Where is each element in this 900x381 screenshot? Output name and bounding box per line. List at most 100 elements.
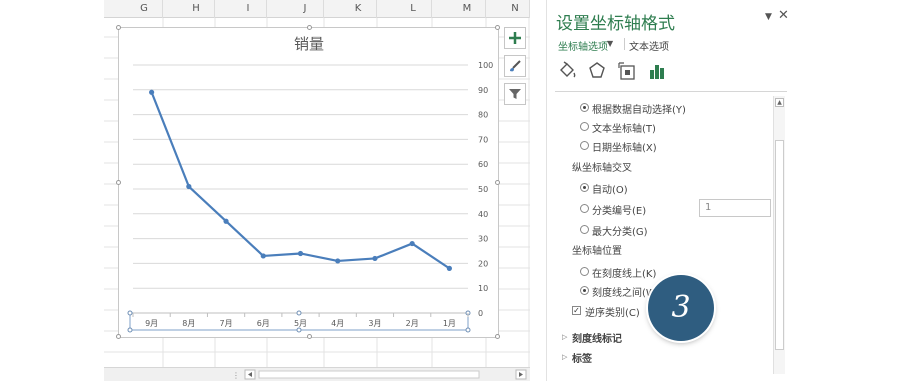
radio-label: 最大分类(G) — [592, 227, 648, 238]
column-header-n[interactable]: N — [501, 0, 530, 18]
checkbox-label: 逆序类别(C) — [585, 308, 640, 319]
axis-selection-handle — [127, 327, 133, 333]
chart-title: 销量 — [294, 35, 324, 53]
tab-axis-options[interactable]: 坐标轴选项 — [558, 38, 608, 53]
radio-cross-category-number[interactable] — [580, 204, 589, 213]
resize-handle[interactable] — [116, 25, 121, 30]
y-tick-label: 100 — [478, 61, 493, 70]
column-header-k[interactable]: K — [340, 0, 377, 18]
section-title-axis-crosses: 纵坐标轴交叉 — [572, 163, 632, 174]
svg-text:⋮: ⋮ — [232, 371, 240, 380]
chevron-down-icon[interactable]: ▼ — [607, 39, 613, 48]
pane-options-dropdown-icon[interactable]: ▼ — [765, 12, 772, 22]
y-tick-label: 50 — [478, 185, 488, 194]
radio-auto-select[interactable] — [580, 103, 589, 112]
reverse-order-checkbox[interactable]: ✓ — [572, 306, 581, 315]
chart-elements-button[interactable] — [504, 27, 526, 49]
column-header-m[interactable]: M — [449, 0, 486, 18]
axis-selection-handle — [296, 327, 302, 333]
radio-label: 日期坐标轴(X) — [592, 143, 657, 154]
data-point — [260, 253, 266, 259]
x-tick-label: 8月 — [182, 319, 195, 328]
axis-selection-handle — [465, 327, 471, 333]
resize-handle[interactable] — [495, 25, 500, 30]
chart-styles-button[interactable] — [504, 55, 526, 77]
y-tick-label: 60 — [478, 160, 488, 169]
resize-handle[interactable] — [116, 334, 121, 339]
x-tick-label: 3月 — [368, 319, 381, 328]
close-icon[interactable]: ✕ — [778, 8, 789, 23]
radio-cross-max-category[interactable] — [580, 225, 589, 234]
section-tick-marks[interactable]: 刻度线标记 — [572, 330, 622, 345]
resize-handle[interactable] — [116, 180, 121, 185]
pane-title: 设置坐标轴格式 — [556, 14, 675, 34]
scroll-thumb[interactable] — [775, 140, 784, 350]
radio-cross-auto[interactable] — [580, 183, 589, 192]
resize-handle[interactable] — [307, 334, 312, 339]
radio-label: 根据数据自动选择(Y) — [592, 105, 686, 116]
fill-bucket-icon[interactable] — [556, 60, 578, 82]
resize-handle[interactable] — [495, 180, 500, 185]
step-number-badge: 3 — [648, 275, 714, 341]
data-point — [297, 250, 304, 257]
radio-date-axis[interactable] — [580, 141, 589, 150]
category-number-input[interactable]: 1 — [699, 199, 771, 217]
axis-options-icon[interactable] — [646, 60, 668, 82]
y-tick-label: 70 — [478, 135, 488, 144]
data-point — [149, 89, 155, 95]
section-title-axis-position: 坐标轴位置 — [572, 246, 622, 257]
line-chart[interactable]: 销量 100 90 80 70 60 50 40 30 20 10 0 9月 8月 7月 6月 5月 4月 3月 2月… — [116, 25, 500, 339]
y-tick-label: 90 — [478, 86, 488, 95]
tab-text-options[interactable]: 文本选项 — [629, 38, 669, 53]
pane-vertical-scrollbar[interactable]: ▲ — [773, 96, 785, 374]
x-tick-label: 2月 — [406, 319, 419, 328]
column-header-g[interactable]: G — [126, 0, 163, 18]
expand-triangle-icon[interactable]: ▷ — [562, 353, 567, 361]
series-line — [150, 91, 450, 270]
scrollbar-track: ⋮ — [232, 369, 527, 380]
horizontal-scrollbar[interactable]: ⋮ — [104, 367, 530, 381]
column-header-h[interactable]: H — [178, 0, 215, 18]
y-tick-label: 10 — [478, 284, 488, 293]
x-tick-label: 5月 — [294, 319, 307, 328]
y-tick-label: 40 — [478, 210, 488, 219]
section-labels[interactable]: 标签 — [572, 350, 592, 365]
x-tick-label: 9月 — [145, 319, 158, 328]
chart-filters-button[interactable] — [504, 83, 526, 105]
x-tick-label: 7月 — [220, 319, 233, 328]
resize-handle[interactable] — [307, 25, 312, 30]
resize-handle[interactable] — [495, 334, 500, 339]
radio-label: 文本坐标轴(T) — [592, 124, 656, 135]
axis-options-list: 根据数据自动选择(Y) 文本坐标轴(T) 日期坐标轴(X) 纵坐标轴交叉 自动(… — [547, 96, 771, 381]
size-properties-icon[interactable] — [616, 60, 638, 82]
data-point — [446, 265, 452, 271]
y-tick-label: 30 — [478, 235, 488, 244]
data-point — [409, 240, 415, 247]
radio-label: 自动(O) — [592, 185, 628, 196]
filter-icon — [509, 89, 521, 99]
data-point — [186, 183, 192, 190]
tab-divider — [624, 38, 625, 50]
x-tick-label: 1月 — [443, 319, 456, 328]
spreadsheet-area[interactable]: G H I J K L M N 销量 100 90 80 70 60 50 40 30 20 10 0… — [104, 0, 530, 381]
radio-on-tick-marks[interactable] — [580, 267, 589, 276]
column-header-l[interactable]: L — [395, 0, 432, 18]
column-header-i[interactable]: I — [230, 0, 267, 18]
brush-icon — [510, 60, 521, 72]
radio-text-axis[interactable] — [580, 122, 589, 131]
expand-triangle-icon[interactable]: ▷ — [562, 333, 567, 341]
pentagon-icon[interactable] — [586, 60, 608, 82]
y-tick-label: 20 — [478, 259, 488, 268]
data-point — [335, 258, 341, 264]
radio-label: 在刻度线上(K) — [592, 269, 657, 280]
y-tick-label: 80 — [478, 111, 488, 120]
radio-between-tick-marks[interactable] — [580, 286, 589, 295]
column-header-bar: G H I J K L M N — [104, 0, 530, 18]
divider — [555, 91, 787, 92]
x-tick-label: 6月 — [257, 319, 270, 328]
data-point — [372, 255, 378, 262]
axis-selection-handle — [127, 310, 133, 316]
plus-icon — [509, 32, 521, 44]
scroll-up-icon[interactable]: ▲ — [775, 98, 784, 107]
column-header-j[interactable]: J — [287, 0, 324, 18]
